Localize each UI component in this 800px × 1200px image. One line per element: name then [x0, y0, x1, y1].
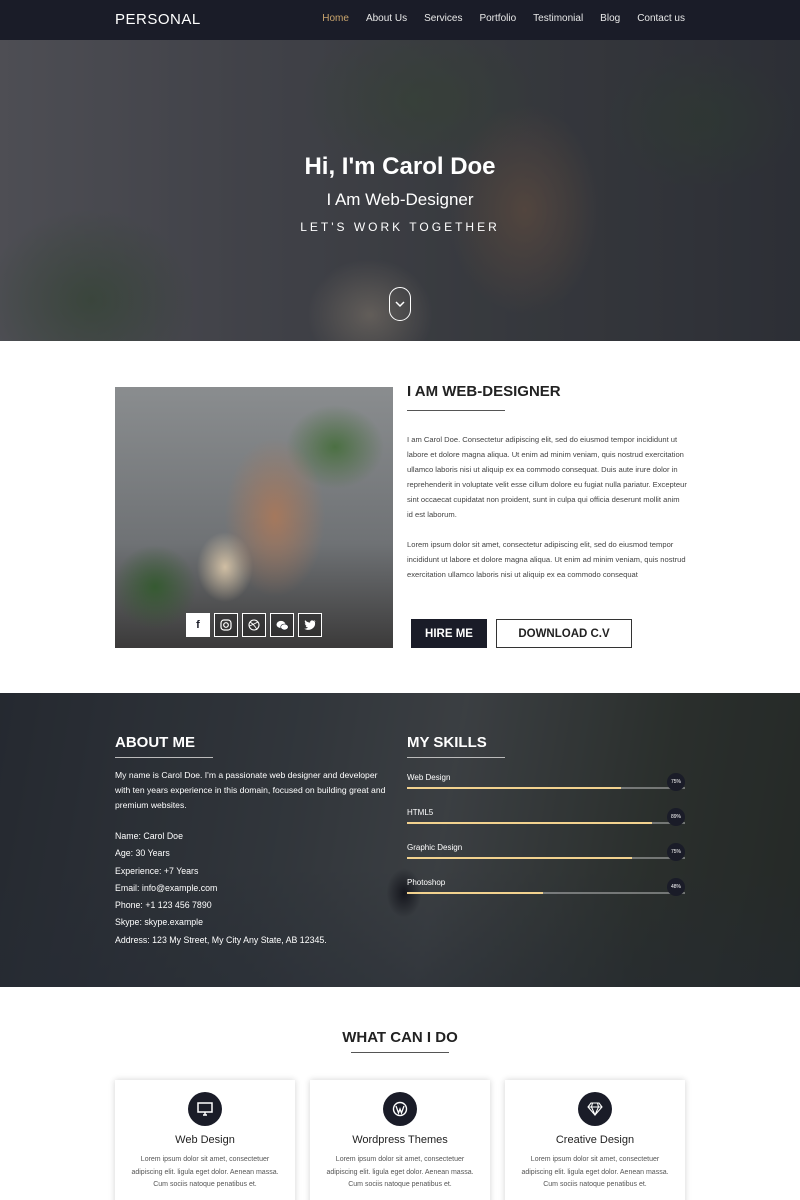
skill-percent-badge: 75% — [667, 773, 685, 791]
skill-bar-fill — [407, 857, 633, 859]
skill-graphic-design: Graphic Design 75% — [407, 843, 685, 861]
card-title: Wordpress Themes — [352, 1134, 448, 1146]
nav-menu: Home About Us Services Portfolio Testimo… — [305, 13, 685, 24]
hero-subtitle: I Am Web-Designer — [326, 190, 474, 209]
nav-item-blog[interactable]: Blog — [600, 13, 620, 24]
nav-item-testimonial[interactable]: Testimonial — [533, 13, 583, 24]
download-cv-button[interactable]: DOWNLOAD C.V — [496, 619, 632, 648]
skill-track — [407, 787, 685, 789]
skill-name: Web Design — [407, 773, 451, 782]
service-card-web-design[interactable]: Web Design Lorem ipsum dolor sit amet, c… — [115, 1080, 295, 1200]
skill-bar-fill — [407, 822, 652, 824]
services-heading: WHAT CAN I DO — [342, 1029, 458, 1046]
detail-experience: Experience: +7 Years — [115, 865, 199, 876]
card-title: Creative Design — [555, 1134, 635, 1146]
nav-item-portfolio[interactable]: Portfolio — [479, 13, 516, 24]
profile-photo — [115, 387, 393, 648]
about-text: My name is Carol Doe. I'm a passionate w… — [115, 770, 386, 810]
service-card-creative-design[interactable]: Creative Design Lorem ipsum dolor sit am… — [505, 1080, 685, 1200]
service-card-wordpress-themes[interactable]: Wordpress Themes Lorem ipsum dolor sit a… — [310, 1080, 490, 1200]
detail-name: Name: Carol Doe — [115, 831, 183, 841]
skill-track — [407, 822, 685, 824]
dribbble-icon[interactable] — [242, 613, 266, 637]
nav-item-services[interactable]: Services — [424, 13, 462, 24]
hero-title: Hi, I'm Carol Doe — [304, 153, 496, 180]
skill-bar-fill — [407, 787, 622, 789]
card-text: Lorem ipsum dolor sit amet, consectetuer… — [326, 1156, 474, 1188]
skill-track — [407, 857, 685, 859]
skill-photoshop: Photoshop 48% — [407, 878, 685, 896]
twitter-icon[interactable] — [298, 613, 322, 637]
about-details-list: Name: Carol Doe Age: 30 Years Experience… — [115, 828, 327, 949]
nav-item-contact-us[interactable]: Contact us — [637, 13, 685, 24]
diamond-icon — [578, 1092, 612, 1126]
intro-heading-underline — [407, 410, 505, 411]
chevron-down-icon — [395, 300, 405, 307]
wordpress-icon — [383, 1092, 417, 1126]
intro-paragraph-2: Lorem ipsum dolor sit amet, consectetur … — [407, 540, 686, 579]
card-text: Lorem ipsum dolor sit amet, consectetuer… — [521, 1156, 669, 1188]
nav-item-about-us[interactable]: About Us — [366, 13, 407, 24]
card-text: Lorem ipsum dolor sit amet, consectetuer… — [131, 1156, 279, 1188]
skill-percent-badge: 48% — [667, 878, 685, 896]
hire-me-button[interactable]: HIRE ME — [411, 619, 487, 648]
top-navbar: PERSONAL Home About Us Services Portfoli… — [0, 0, 800, 40]
detail-age: Age: 30 Years — [115, 848, 170, 859]
skill-percent-badge: 89% — [667, 808, 685, 826]
skill-html5: HTML5 89% — [407, 808, 685, 826]
instagram-icon[interactable] — [214, 613, 238, 637]
detail-phone: Phone: +1 123 456 7890 — [115, 900, 212, 911]
detail-email: Email: info@example.com — [115, 882, 218, 893]
brand-logo[interactable]: PERSONAL — [115, 11, 201, 28]
skills-heading-underline — [407, 757, 505, 758]
detail-skype: Skype: skype.example — [115, 917, 204, 928]
monitor-icon — [188, 1092, 222, 1126]
hero-banner: Hi, I'm Carol Doe I Am Web-Designer LET'… — [0, 40, 800, 341]
scroll-down-button[interactable] — [389, 287, 411, 321]
skill-track — [407, 892, 685, 894]
skill-web-design: Web Design 75% — [407, 773, 685, 791]
skill-name: Photoshop — [407, 878, 446, 887]
social-links: f — [186, 613, 322, 637]
wechat-icon[interactable] — [270, 613, 294, 637]
detail-address: Address: 123 My Street, My City Any Stat… — [115, 934, 327, 945]
skill-name: HTML5 — [407, 808, 434, 817]
nav-item-home[interactable]: Home — [322, 13, 349, 24]
intro-heading: I AM WEB-DESIGNER — [407, 383, 561, 400]
card-title: Web Design — [175, 1134, 235, 1146]
about-heading-underline — [115, 757, 213, 758]
skills-heading: MY SKILLS — [407, 734, 487, 751]
services-heading-underline — [351, 1052, 449, 1053]
skill-bar-fill — [407, 892, 544, 894]
facebook-icon[interactable]: f — [186, 613, 210, 637]
hero-tagline: LET'S WORK TOGETHER — [300, 220, 500, 234]
about-heading: ABOUT ME — [115, 734, 195, 751]
skill-name: Graphic Design — [407, 843, 463, 852]
intro-paragraph-1: I am Carol Doe. Consectetur adipiscing e… — [407, 435, 687, 519]
skill-percent-badge: 75% — [667, 843, 685, 861]
